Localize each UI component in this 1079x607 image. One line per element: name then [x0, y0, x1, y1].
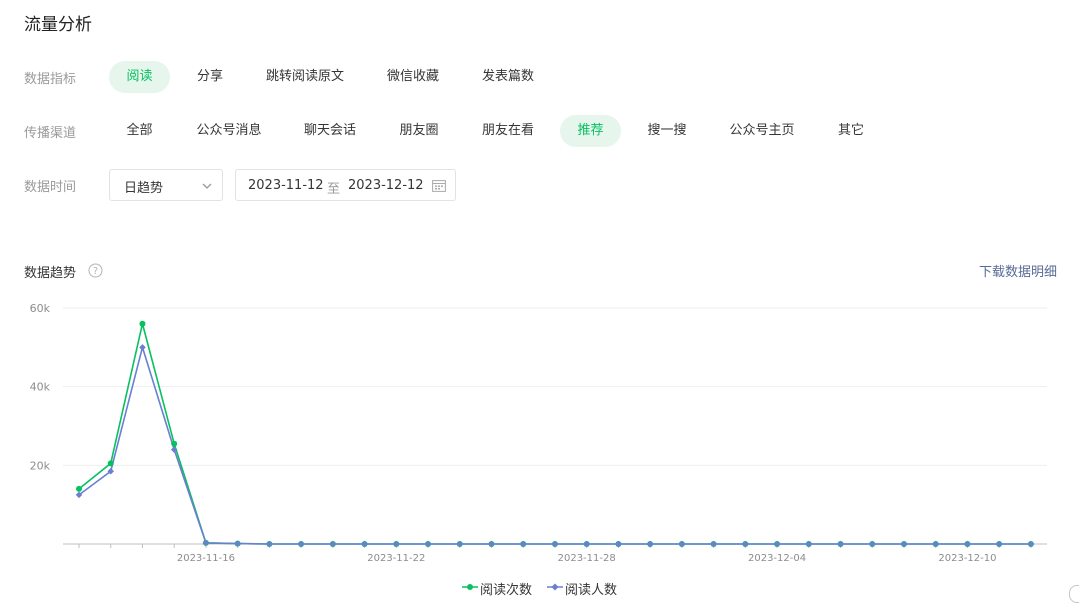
data-point-readers [932, 540, 939, 548]
channel-moments-option[interactable]: 朋友圈 [388, 115, 450, 147]
y-tick-label: 60k [30, 302, 51, 315]
data-point-readers [615, 540, 622, 548]
data-point-readers [551, 540, 559, 548]
data-point-reads [107, 460, 114, 467]
x-tick-label: 2023-12-04 [748, 553, 806, 564]
data-point-readers [868, 540, 876, 548]
data-point-readers [266, 540, 273, 548]
x-tick-label: 2023-11-22 [367, 553, 425, 564]
data-point-reads [171, 440, 178, 447]
legend-reads[interactable]: 阅读次数 [480, 579, 532, 598]
data-point-readers [424, 540, 432, 548]
channel-message-option[interactable]: 公众号消息 [186, 115, 272, 147]
x-tick-label: 2023-11-28 [558, 553, 616, 564]
start-date: 2023-11-12 [248, 178, 324, 193]
channel-other-option[interactable]: 其它 [826, 115, 876, 147]
data-point-readers [202, 539, 210, 547]
data-point-readers [678, 540, 686, 548]
metric-posts-option[interactable]: 发表篇数 [468, 61, 548, 93]
chevron-down-icon [202, 183, 212, 189]
data-point-readers [710, 540, 717, 548]
data-point-readers [361, 540, 368, 548]
series-line-1 [78, 344, 1031, 545]
data-point-readers [329, 540, 337, 548]
data-point-readers [1027, 540, 1035, 548]
metric-read-option[interactable]: 阅读 [109, 61, 170, 93]
x-tick-label: 2023-11-16 [177, 553, 235, 564]
date-range-picker[interactable]: 2023-11-12 至 2023-12-12 [235, 169, 456, 201]
data-point-readers [646, 540, 654, 548]
data-point-reads [139, 320, 146, 327]
channels-label: 传播渠道 [24, 126, 77, 141]
granularity-value: 日趋势 [124, 181, 164, 196]
data-point-readers [583, 540, 590, 548]
data-point-readers [393, 540, 400, 548]
page-title: 流量分析 [24, 15, 92, 35]
data-point-readers [139, 344, 146, 351]
metric-share-option[interactable]: 分享 [182, 61, 238, 93]
calendar-icon [432, 180, 446, 192]
time-label: 数据时间 [24, 180, 77, 195]
data-point-reads [76, 485, 82, 492]
end-date: 2023-12-12 [348, 178, 424, 193]
download-detail-link[interactable]: 下载数据明细 [979, 261, 1057, 280]
data-point-readers [964, 540, 971, 548]
trend-line-chart: 20k 40k 60k 2023-11-16 2023-11-22 2023-11-28 2… [30, 302, 1047, 564]
granularity-select[interactable]: 日趋势 [109, 169, 223, 201]
channel-chat-option[interactable]: 聊天会话 [293, 115, 367, 147]
question-circle-icon[interactable]: ? [88, 263, 103, 278]
data-point-readers [900, 540, 908, 548]
data-point-readers [773, 540, 781, 548]
data-point-readers [488, 540, 495, 548]
data-point-readers [234, 540, 241, 547]
data-point-readers [297, 540, 305, 548]
metric-jump-original-option[interactable]: 跳转阅读原文 [255, 61, 355, 93]
y-tick-label: 40k [30, 381, 51, 394]
corner-widget[interactable] [1069, 585, 1079, 603]
svg-text:?: ? [93, 266, 98, 277]
y-tick-label: 20k [30, 459, 51, 472]
channel-all-option[interactable]: 全部 [109, 115, 170, 147]
channel-friends-watching-option[interactable]: 朋友在看 [470, 115, 546, 147]
channel-search-option[interactable]: 搜一搜 [636, 115, 698, 147]
legend-readers-swatch [547, 583, 563, 591]
legend-reads-swatch [462, 584, 478, 590]
data-point-readers [742, 540, 749, 548]
data-point-readers [519, 540, 527, 548]
legend-readers[interactable]: 阅读人数 [565, 579, 617, 598]
data-point-readers [456, 540, 464, 548]
channel-recommend-option[interactable]: 推荐 [560, 115, 621, 147]
series-line-0 [78, 323, 1031, 545]
data-point-readers [995, 540, 1003, 548]
x-tick-label: 2023-12-10 [938, 553, 996, 564]
trend-section-title: 数据趋势 [24, 266, 77, 281]
channel-homepage-option[interactable]: 公众号主页 [718, 115, 806, 147]
data-point-readers [805, 540, 813, 548]
metrics-label: 数据指标 [24, 72, 77, 87]
metric-favorite-option[interactable]: 微信收藏 [374, 61, 452, 93]
date-separator: 至 [327, 182, 341, 197]
data-point-readers [837, 540, 844, 548]
